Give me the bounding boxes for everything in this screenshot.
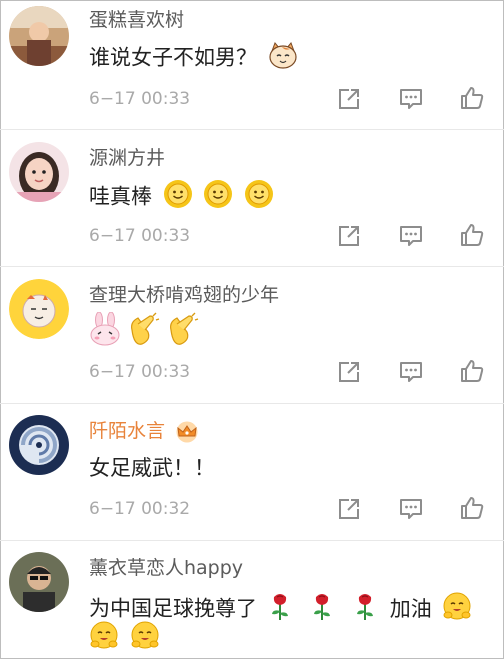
sun-smile-emoji [203,179,233,216]
sun-smile-emoji [163,179,193,216]
comment-icon[interactable] [398,359,424,385]
comment-text: 为中国足球挽尊了 [89,596,257,621]
like-icon[interactable] [459,85,485,111]
bunny-emoji [89,311,121,350]
comment-text: 哇真棒 [89,184,152,209]
rose-emoji [310,591,334,628]
crown-badge-icon [176,421,198,442]
comment-icon[interactable] [398,86,424,112]
comment-text-line: 哇真棒 [89,179,274,216]
username[interactable]: 蛋糕喜欢树 [89,8,184,32]
comment-text: 谁说女子不如男？ [89,45,257,70]
avatar[interactable] [9,552,69,612]
timestamp: 6−17 00:32 [89,499,191,519]
cat-emoji [268,41,298,76]
comment-text: 女足威武！！ [89,456,215,480]
clap-emoji [165,312,199,350]
sun-smile-emoji [244,179,274,216]
divider [0,129,504,130]
timestamp: 6−17 00:33 [89,226,191,246]
like-icon[interactable] [459,358,485,384]
divider [0,540,504,541]
username[interactable]: 阡陌水言 [89,419,200,443]
share-icon[interactable] [336,496,362,522]
clap-emoji [126,312,160,350]
screenshot-frame [0,0,504,659]
divider [0,266,504,267]
like-icon[interactable] [459,495,485,521]
rose-emoji [353,591,377,628]
rose-emoji [268,591,292,628]
timestamp: 6−17 00:33 [89,89,191,109]
share-icon[interactable] [336,223,362,249]
username[interactable]: 源渊方井 [89,146,165,170]
comment-text-suffix: 加油 [389,596,432,621]
divider [0,403,504,404]
comment-text-line [89,311,199,350]
username[interactable]: 薰衣草恋人happy [89,556,243,580]
avatar[interactable] [9,415,69,475]
comment-icon[interactable] [398,496,424,522]
avatar[interactable] [9,142,69,202]
timestamp: 6−17 00:33 [89,362,191,382]
share-icon[interactable] [336,86,362,112]
hug-face-emoji [130,620,160,654]
hug-face-emoji [442,591,472,628]
avatar[interactable] [9,279,69,339]
username-text: 阡陌水言 [89,420,166,442]
share-icon[interactable] [336,359,362,385]
hug-face-emoji [89,620,119,654]
comment-text-line: 谁说女子不如男？ [89,41,298,76]
avatar[interactable] [9,6,69,66]
comment-emoji-line [89,620,160,654]
comment-icon[interactable] [398,223,424,249]
username[interactable]: 查理大桥啃鸡翅的少年 [89,283,279,307]
like-icon[interactable] [459,222,485,248]
